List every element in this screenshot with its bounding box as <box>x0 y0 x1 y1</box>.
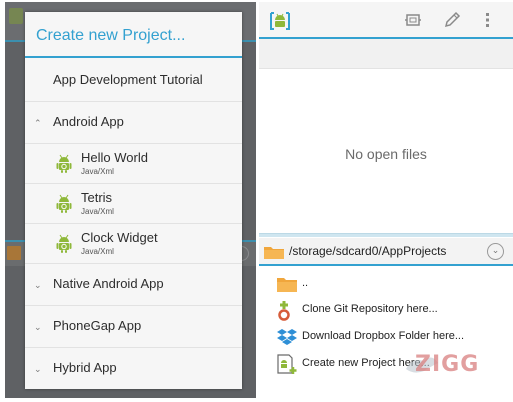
android-robot-icon <box>56 154 72 173</box>
file-entry-dropbox[interactable]: Download Dropbox Folder here... <box>276 325 506 349</box>
project-item-tetris[interactable]: Tetris Java/Xml <box>25 184 242 224</box>
dimmed-folder-icon <box>7 246 21 260</box>
git-icon <box>278 301 290 321</box>
create-project-dialog: Create new Project... App Development Tu… <box>25 12 242 389</box>
folder-icon <box>264 247 284 259</box>
chevron-down-icon: ⌄ <box>34 364 42 374</box>
frame-icon[interactable] <box>405 12 421 28</box>
overflow-menu-icon[interactable] <box>485 12 491 28</box>
split-divider[interactable] <box>259 233 513 237</box>
dropbox-icon <box>277 329 297 345</box>
group-android-app[interactable]: ⌃ Android App <box>25 102 242 144</box>
group-label: Hybrid App <box>53 360 117 375</box>
group-label: PhoneGap App <box>53 318 142 333</box>
chevron-up-icon: ⌃ <box>34 118 42 128</box>
item-title: Tetris <box>81 190 113 205</box>
entry-label: Download Dropbox Folder here... <box>302 330 465 342</box>
dialog-title: Create new Project... <box>25 12 242 58</box>
project-item-clock-widget[interactable]: Clock Widget Java/Xml <box>25 224 242 264</box>
item-title: Hello World <box>81 150 148 165</box>
file-entry-clone-git[interactable]: Clone Git Repository here... <box>276 298 506 322</box>
item-subtitle: Java/Xml <box>81 247 114 256</box>
group-label: Android App <box>53 114 124 129</box>
folder-icon <box>277 278 297 292</box>
chevron-down-icon[interactable]: ⌄ <box>487 243 504 260</box>
screenshot-root: Create new Project... App Development Tu… <box>0 0 513 402</box>
entry-label: .. <box>302 277 309 289</box>
entry-label: Clone Git Repository here... <box>302 303 438 315</box>
chevron-down-icon: ⌄ <box>34 280 42 290</box>
action-bar <box>259 2 513 39</box>
dimmed-logo-icon <box>9 8 23 24</box>
new-project-icon <box>277 354 297 374</box>
item-subtitle: Java/Xml <box>81 167 114 176</box>
item-subtitle: Java/Xml <box>81 207 114 216</box>
tutorial-label: App Development Tutorial <box>53 72 203 87</box>
android-robot-icon <box>56 194 72 213</box>
aide-logo-icon[interactable] <box>269 10 291 32</box>
project-item-hello-world[interactable]: Hello World Java/Xml <box>25 144 242 184</box>
no-open-files-message: No open files <box>345 146 427 162</box>
current-path: /storage/sdcard0/AppProjects <box>289 244 447 258</box>
dimmed-app-background: Create new Project... App Development Tu… <box>5 2 256 398</box>
tutorial-item[interactable]: App Development Tutorial <box>25 60 242 102</box>
group-phonegap-app[interactable]: ⌄ PhoneGap App <box>25 306 242 348</box>
editor-screen: No open files /storage/sdcard0/AppProjec… <box>259 2 513 398</box>
pencil-icon[interactable] <box>443 11 461 29</box>
group-native-android-app[interactable]: ⌄ Native Android App <box>25 264 242 306</box>
file-entry-parent[interactable]: .. <box>276 272 506 296</box>
item-title: Clock Widget <box>81 230 158 245</box>
android-robot-icon <box>56 234 72 253</box>
group-hybrid-app[interactable]: ⌄ Hybrid App <box>25 348 242 389</box>
editor-tab-strip <box>259 39 513 69</box>
group-label: Native Android App <box>53 276 164 291</box>
watermark-text: ZIGG <box>415 352 480 377</box>
file-browser-path-bar[interactable]: /storage/sdcard0/AppProjects ⌄ <box>259 238 513 266</box>
chevron-down-icon: ⌄ <box>34 322 42 332</box>
